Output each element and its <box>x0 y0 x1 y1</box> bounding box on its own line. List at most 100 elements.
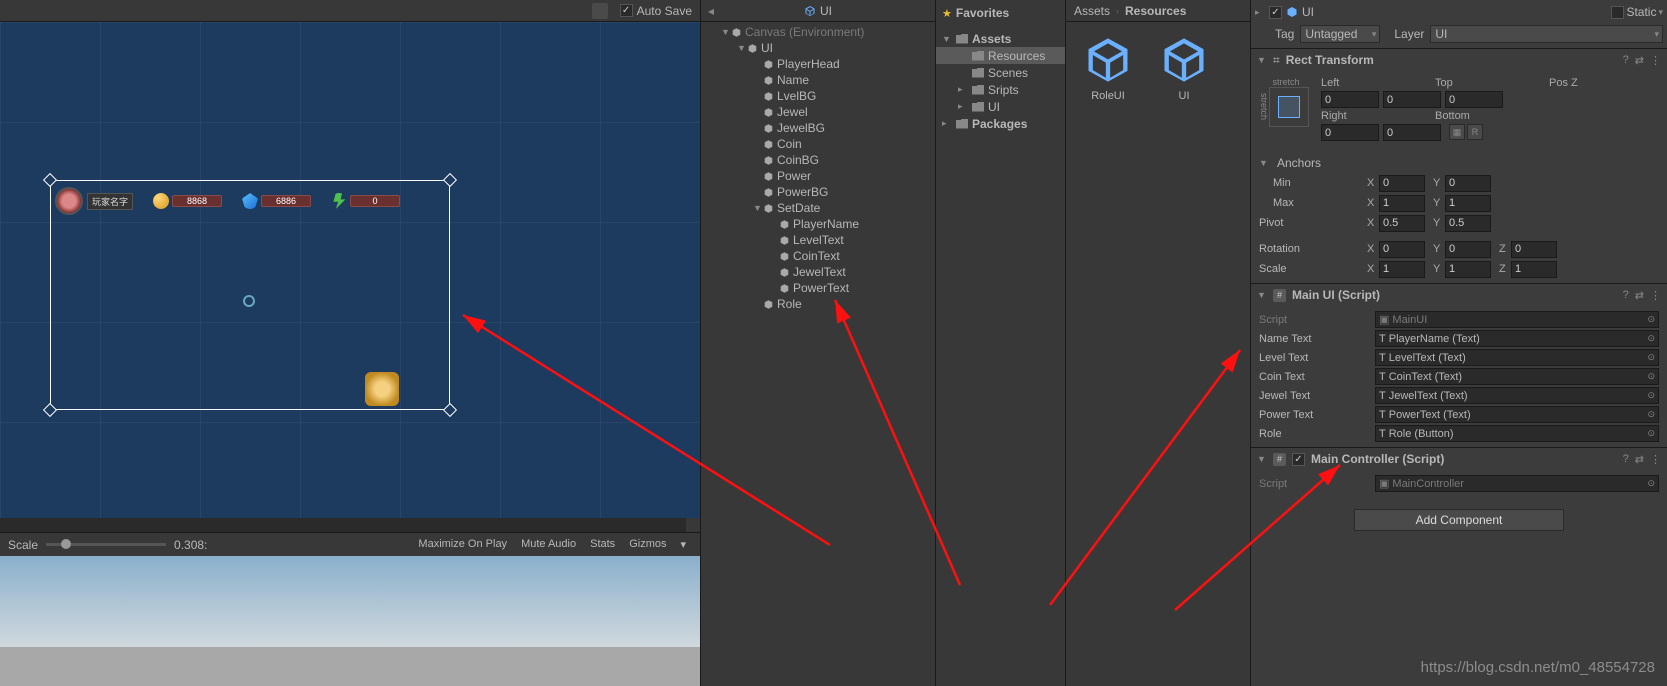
hierarchy-header[interactable]: ◂ UI <box>701 0 935 22</box>
hierarchy-item[interactable]: Coin <box>701 136 935 152</box>
object-picker-icon[interactable]: ⊙ <box>1647 333 1655 344</box>
raw-edit-button[interactable]: R <box>1467 124 1483 140</box>
project-tree-item[interactable]: ▸Packages <box>936 115 1065 132</box>
pivot-x[interactable] <box>1379 215 1425 232</box>
scene-viewport[interactable]: 玩家名字 8868 6886 0 <box>0 22 700 518</box>
layer-dropdown[interactable]: UI <box>1430 25 1663 43</box>
anchor-min-x[interactable] <box>1379 175 1425 192</box>
top-input[interactable] <box>1383 91 1441 108</box>
menu-icon[interactable]: ⋮ <box>1650 453 1661 466</box>
hierarchy-item-label: Power <box>777 169 811 183</box>
tag-dropdown[interactable]: Untagged <box>1300 25 1380 43</box>
rot-y[interactable] <box>1445 241 1491 258</box>
help-icon[interactable]: ? <box>1623 453 1629 466</box>
object-picker-icon[interactable]: ⊙ <box>1647 390 1655 401</box>
gizmos-button[interactable]: Gizmos <box>623 536 672 553</box>
component-header[interactable]: ▼ ⌗ Rect Transform ? ⇄ ⋮ <box>1251 49 1667 71</box>
right-input[interactable] <box>1321 124 1379 141</box>
scale-x[interactable] <box>1379 261 1425 278</box>
project-tree-item[interactable]: Scenes <box>936 64 1065 81</box>
blueprint-mode-button[interactable]: ▦ <box>1449 124 1465 140</box>
hierarchy-item[interactable]: PowerBG <box>701 184 935 200</box>
component-enabled-checkbox[interactable] <box>1292 453 1305 466</box>
hierarchy-item[interactable]: LevelText <box>701 232 935 248</box>
pivot-y[interactable] <box>1445 215 1491 232</box>
hierarchy-item[interactable]: PowerText <box>701 280 935 296</box>
scrollbar[interactable] <box>0 518 700 532</box>
hierarchy-item[interactable]: Jewel <box>701 104 935 120</box>
crumb-assets[interactable]: Assets <box>1074 4 1110 18</box>
asset-item[interactable]: RoleUI <box>1078 34 1138 102</box>
script-field[interactable]: ▣MainUI⊙ <box>1375 311 1659 328</box>
hierarchy-item[interactable]: JewelBG <box>701 120 935 136</box>
object-field[interactable]: TCoinText (Text)⊙ <box>1375 368 1659 385</box>
script-field[interactable]: ▣MainController⊙ <box>1375 475 1659 492</box>
component-header[interactable]: ▼ # Main UI (Script) ?⇄⋮ <box>1251 284 1667 306</box>
scale-slider[interactable] <box>46 543 166 546</box>
static-checkbox[interactable] <box>1611 6 1624 19</box>
object-picker-icon[interactable]: ⊙ <box>1647 428 1655 439</box>
help-icon[interactable]: ? <box>1623 54 1629 67</box>
hierarchy-item[interactable]: ▼SetDate <box>701 200 935 216</box>
object-picker-icon[interactable]: ⊙ <box>1647 371 1655 382</box>
anchor-preset-button[interactable] <box>1269 87 1309 127</box>
object-field[interactable]: TJewelText (Text)⊙ <box>1375 387 1659 404</box>
gameobject-name[interactable]: UI <box>1302 5 1607 19</box>
hierarchy-item[interactable]: CoinBG <box>701 152 935 168</box>
favorites-section[interactable]: ★ Favorites <box>936 4 1065 22</box>
rot-z[interactable] <box>1511 241 1557 258</box>
object-field[interactable]: TPlayerName (Text)⊙ <box>1375 330 1659 347</box>
project-tree-item[interactable]: ▼Assets <box>936 30 1065 47</box>
gizmos-dropdown[interactable]: ▾ <box>674 536 692 553</box>
stats-button[interactable]: Stats <box>584 536 621 553</box>
object-field[interactable]: TRole (Button)⊙ <box>1375 425 1659 442</box>
auto-save-toggle[interactable]: Auto Save <box>620 4 692 18</box>
checkbox-icon <box>620 4 633 17</box>
menu-icon[interactable]: ⋮ <box>1650 54 1661 67</box>
object-picker-icon[interactable]: ⊙ <box>1647 352 1655 363</box>
anchor-min-y[interactable] <box>1445 175 1491 192</box>
asset-item[interactable]: UI <box>1154 34 1214 102</box>
posz-input[interactable] <box>1445 91 1503 108</box>
component-header[interactable]: ▼ # Main Controller (Script) ?⇄⋮ <box>1251 448 1667 470</box>
project-tree-item[interactable]: ▸UI <box>936 98 1065 115</box>
object-field[interactable]: TLevelText (Text)⊙ <box>1375 349 1659 366</box>
bottom-input[interactable] <box>1383 124 1441 141</box>
active-checkbox[interactable] <box>1269 6 1282 19</box>
scale-y[interactable] <box>1445 261 1491 278</box>
hierarchy-item[interactable]: Role <box>701 296 935 312</box>
collapse-icon[interactable]: ▸ <box>1255 7 1265 18</box>
gameobject-icon <box>763 299 774 310</box>
anchor-max-y[interactable] <box>1445 195 1491 212</box>
hierarchy-item[interactable]: ▼UI <box>701 40 935 56</box>
crumb-resources[interactable]: Resources <box>1125 4 1186 18</box>
add-component-button[interactable]: Add Component <box>1354 509 1564 531</box>
menu-icon[interactable]: ⋮ <box>1650 289 1661 302</box>
hierarchy-item[interactable]: ▼Canvas (Environment) <box>701 24 935 40</box>
hierarchy-item[interactable]: LvelBG <box>701 88 935 104</box>
object-field[interactable]: TPowerText (Text)⊙ <box>1375 406 1659 423</box>
object-picker-icon[interactable]: ⊙ <box>1647 409 1655 420</box>
back-icon[interactable]: ◂ <box>708 4 714 18</box>
anchor-max-x[interactable] <box>1379 195 1425 212</box>
hierarchy-item[interactable]: PlayerName <box>701 216 935 232</box>
maximize-button[interactable]: Maximize On Play <box>412 536 513 553</box>
hierarchy-item[interactable]: JewelText <box>701 264 935 280</box>
hierarchy-item[interactable]: CoinText <box>701 248 935 264</box>
preset-icon[interactable]: ⇄ <box>1635 453 1644 466</box>
project-tree-item[interactable]: Resources <box>936 47 1065 64</box>
tag-label: Tag <box>1275 27 1294 41</box>
rot-x[interactable] <box>1379 241 1425 258</box>
toolbar-button[interactable] <box>592 3 608 19</box>
anchors-label[interactable]: Anchors <box>1277 156 1321 170</box>
preset-icon[interactable]: ⇄ <box>1635 289 1644 302</box>
mute-audio-button[interactable]: Mute Audio <box>515 536 582 553</box>
hierarchy-item[interactable]: Name <box>701 72 935 88</box>
help-icon[interactable]: ? <box>1623 289 1629 302</box>
left-input[interactable] <box>1321 91 1379 108</box>
project-tree-item[interactable]: ▸Sripts <box>936 81 1065 98</box>
scale-z[interactable] <box>1511 261 1557 278</box>
hierarchy-item[interactable]: PlayerHead <box>701 56 935 72</box>
preset-icon[interactable]: ⇄ <box>1635 54 1644 67</box>
hierarchy-item[interactable]: Power <box>701 168 935 184</box>
